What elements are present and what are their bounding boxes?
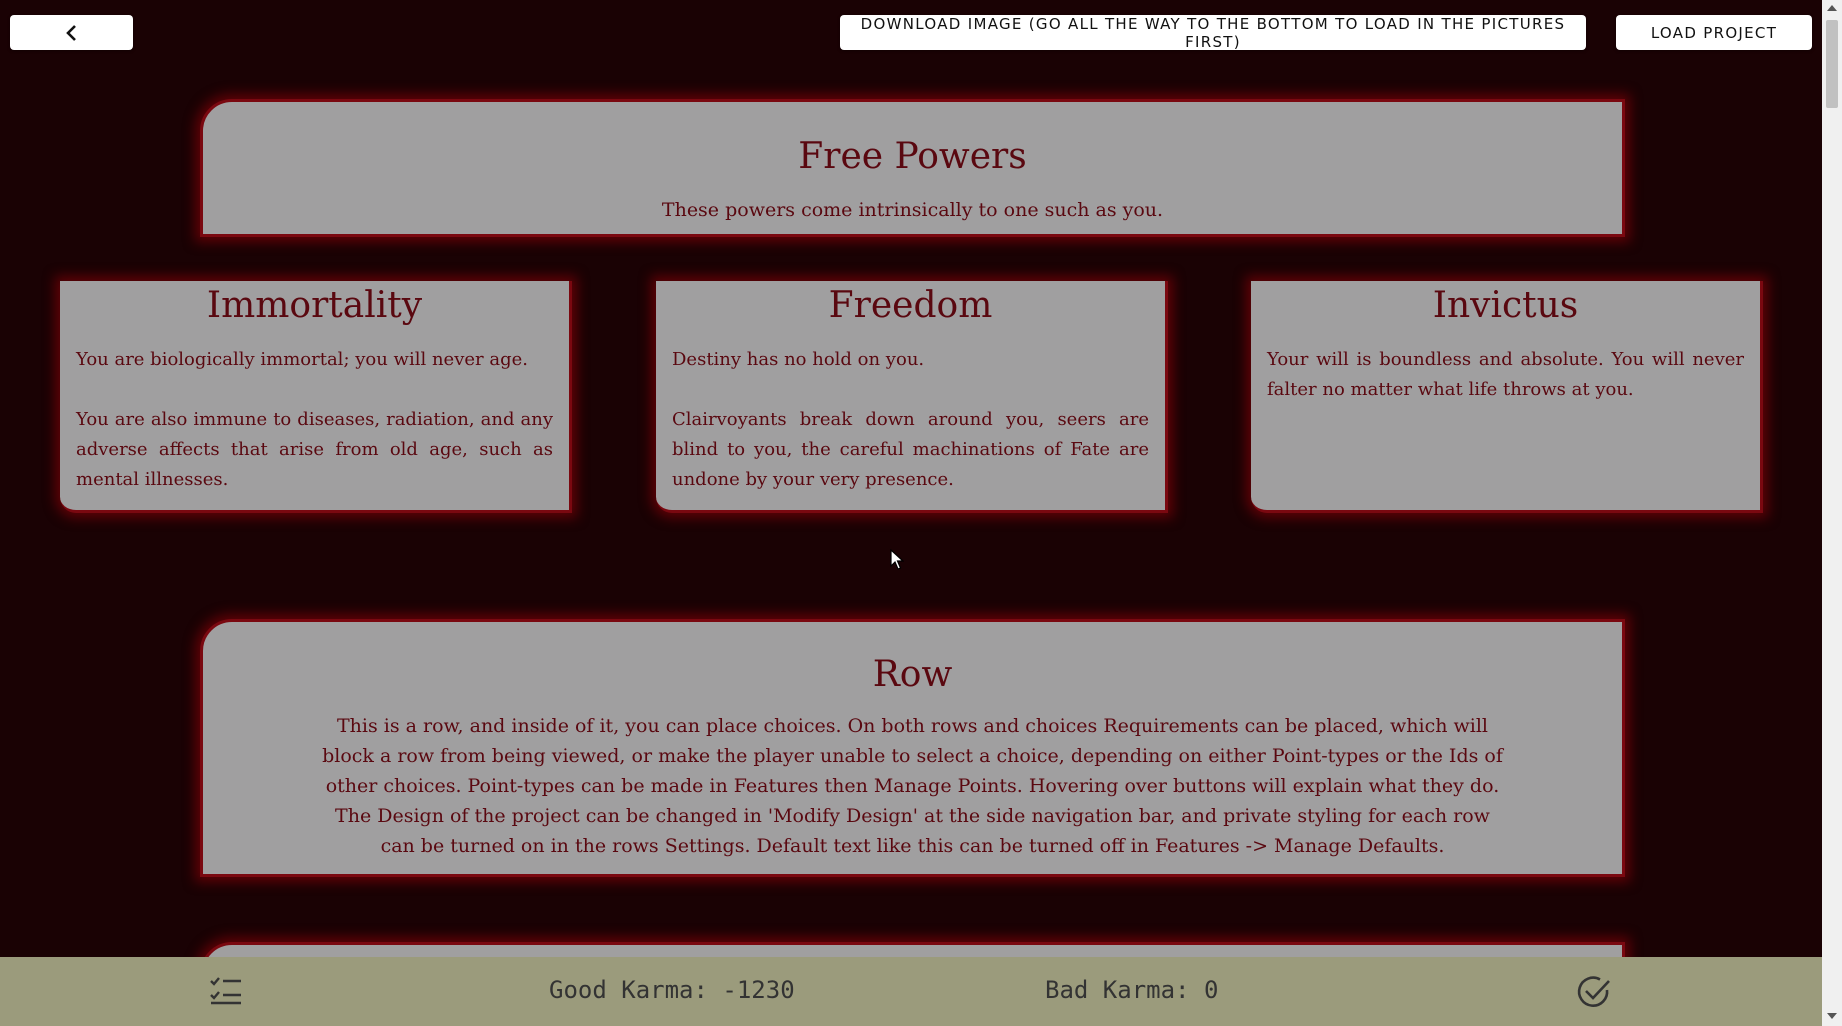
load-project-button[interactable]: LOAD PROJECT (1616, 15, 1812, 50)
choice-paragraph: Clairvoyants break down around you, seer… (672, 409, 1149, 490)
choice-title: Invictus (1432, 285, 1579, 326)
bad-karma-counter: Bad Karma: 0 (1045, 976, 1219, 1004)
choice-freedom[interactable]: Freedom Destiny has no hold on you. Clai… (656, 281, 1168, 513)
check-circle-icon[interactable] (1576, 974, 1612, 1010)
choice-immortality[interactable]: Immortality You are biologically immorta… (60, 281, 572, 513)
choice-invictus[interactable]: Invictus Your will is boundless and abso… (1251, 281, 1763, 513)
choice-description: You are biologically immortal; you will … (76, 345, 553, 495)
choice-description: Destiny has no hold on you. Clairvoyants… (672, 345, 1149, 495)
chevron-left-icon (65, 24, 76, 41)
back-button[interactable] (10, 15, 133, 50)
scrollbar-thumb[interactable] (1826, 20, 1838, 108)
download-image-button[interactable]: DOWNLOAD IMAGE (GO ALL THE WAY TO THE BO… (840, 15, 1586, 51)
choice-title: Freedom (828, 285, 993, 326)
row-description: These powers come intrinsically to one s… (661, 199, 1164, 221)
choice-paragraph: You are also immune to diseases, radiati… (76, 409, 553, 490)
choice-paragraph: Destiny has no hold on you. (672, 349, 925, 370)
free-powers-row: Free Powers These powers come intrinsica… (200, 99, 1625, 237)
choice-description: Your will is boundless and absolute. You… (1267, 345, 1744, 405)
scroll-up-arrow-icon[interactable] (1827, 5, 1837, 11)
row-title: Free Powers (798, 136, 1027, 177)
scroll-down-arrow-icon[interactable] (1827, 1013, 1837, 1019)
default-row: Row This is a row, and inside of it, you… (200, 619, 1625, 877)
choice-title: Immortality (206, 285, 423, 326)
vertical-scrollbar[interactable] (1822, 0, 1842, 1026)
good-karma-counter: Good Karma: -1230 (549, 976, 795, 1004)
row-title: Row (872, 654, 953, 695)
row-description: This is a row, and inside of it, you can… (322, 715, 1503, 857)
choice-paragraph: Your will is boundless and absolute. You… (1267, 349, 1744, 400)
choice-paragraph: You are biologically immortal; you will … (76, 349, 528, 370)
checklist-icon[interactable] (209, 975, 243, 1005)
points-bar: Good Karma: -1230 Bad Karma: 0 (0, 957, 1822, 1026)
mouse-cursor-icon (890, 549, 904, 570)
